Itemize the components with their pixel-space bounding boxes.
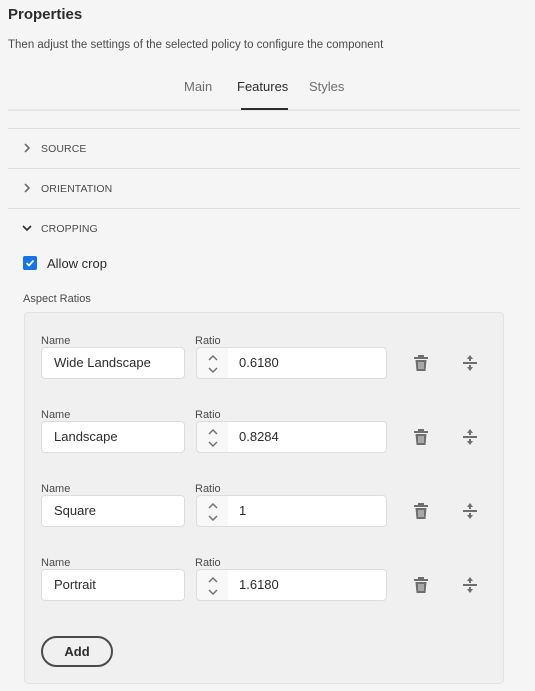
aspect-ratio-row: Name Ratio Square 1 (25, 483, 505, 557)
ratio-input[interactable]: 0.8284 (228, 421, 387, 453)
aspect-ratios-panel: Name Ratio Wide Landscape 0.6180 Name Ra… (24, 312, 504, 684)
name-label: Name (41, 557, 71, 569)
ratio-stepper[interactable] (196, 495, 229, 527)
delete-icon[interactable] (413, 502, 429, 520)
checkmark-icon (25, 259, 35, 267)
ratio-label: Ratio (195, 483, 221, 495)
delete-icon[interactable] (413, 576, 429, 594)
section-label: SOURCE (41, 143, 87, 155)
tab-bar: Main Features Styles (8, 73, 520, 111)
name-input[interactable]: Portrait (41, 569, 185, 601)
add-button[interactable]: Add (41, 636, 113, 667)
name-input[interactable]: Wide Landscape (41, 347, 185, 379)
section-orientation[interactable]: ORIENTATION (8, 168, 520, 208)
tab-features[interactable]: Features (237, 79, 288, 94)
ratio-input[interactable]: 1.6180 (228, 569, 387, 601)
chevron-right-icon (24, 143, 31, 153)
section-label: CROPPING (41, 223, 98, 235)
allow-crop-label: Allow crop (47, 256, 107, 271)
drag-handle-icon[interactable] (462, 502, 478, 520)
aspect-ratio-row: Name Ratio Wide Landscape 0.6180 (25, 335, 505, 409)
page-title: Properties (8, 6, 83, 23)
stepper-arrows-icon (208, 355, 218, 373)
chevron-down-icon (22, 225, 32, 232)
ratio-input[interactable]: 1 (228, 495, 387, 527)
stepper-arrows-icon (208, 577, 218, 595)
ratio-stepper[interactable] (196, 421, 229, 453)
ratio-stepper[interactable] (196, 569, 229, 601)
name-label: Name (41, 335, 71, 347)
stepper-arrows-icon (208, 503, 218, 521)
allow-crop-checkbox[interactable] (23, 256, 37, 270)
name-label: Name (41, 409, 71, 421)
drag-handle-icon[interactable] (462, 354, 478, 372)
delete-icon[interactable] (413, 428, 429, 446)
section-cropping[interactable]: CROPPING (8, 208, 520, 248)
stepper-arrows-icon (208, 429, 218, 447)
ratio-label: Ratio (195, 335, 221, 347)
tab-main[interactable]: Main (184, 79, 212, 94)
aspect-ratio-row: Name Ratio Landscape 0.8284 (25, 409, 505, 483)
aspect-ratios-label: Aspect Ratios (23, 293, 91, 305)
section-label: ORIENTATION (41, 183, 113, 195)
name-input[interactable]: Square (41, 495, 185, 527)
section-source[interactable]: SOURCE (8, 128, 520, 168)
ratio-label: Ratio (195, 409, 221, 421)
tab-styles[interactable]: Styles (309, 79, 344, 94)
ratio-stepper[interactable] (196, 347, 229, 379)
ratio-input[interactable]: 0.6180 (228, 347, 387, 379)
aspect-ratio-row: Name Ratio Portrait 1.6180 (25, 557, 505, 631)
active-tab-indicator (241, 108, 288, 110)
drag-handle-icon[interactable] (462, 428, 478, 446)
delete-icon[interactable] (413, 354, 429, 372)
name-input[interactable]: Landscape (41, 421, 185, 453)
ratio-label: Ratio (195, 557, 221, 569)
page-subtitle: Then adjust the settings of the selected… (8, 39, 384, 51)
name-label: Name (41, 483, 71, 495)
chevron-right-icon (24, 183, 31, 193)
drag-handle-icon[interactable] (462, 576, 478, 594)
